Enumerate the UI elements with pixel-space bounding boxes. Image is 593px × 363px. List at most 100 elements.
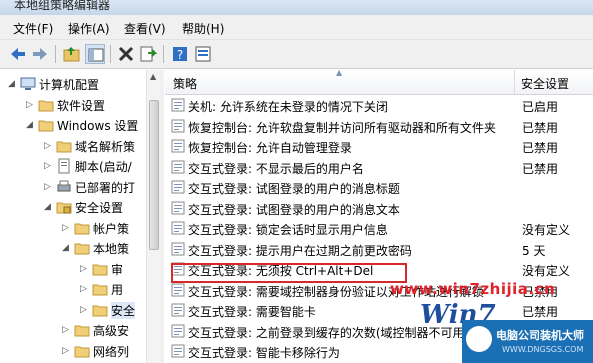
tree-item[interactable]: ◢ 安全设置: [0, 197, 146, 217]
folder-icon: [74, 322, 90, 338]
expanded-arrow-icon[interactable]: ◢: [44, 202, 51, 212]
tree-item[interactable]: ▷ 用: [0, 279, 146, 299]
scroll-up-icon[interactable]: ▲: [150, 72, 156, 81]
menu-bar: 文件(F) 操作(A) 查看(V) 帮助(H): [0, 15, 593, 40]
up-folder-icon[interactable]: [62, 44, 82, 64]
column-divider[interactable]: [514, 70, 515, 94]
badge-subtitle: WWW.DNGSGS.COM: [502, 345, 584, 354]
policy-row[interactable]: 关机: 允许系统在未登录的情况下关闭 已启用: [165, 95, 593, 116]
pane-splitter[interactable]: [160, 70, 164, 363]
properties-icon[interactable]: [193, 44, 213, 64]
tree-item-label: 安全: [111, 301, 136, 319]
expanded-arrow-icon[interactable]: ◢: [8, 79, 15, 89]
folder-icon: [74, 343, 90, 359]
policy-icon: [171, 201, 185, 215]
policy-name: 交互式登录: 试图登录的用户的消息标题: [188, 182, 400, 196]
policy-row[interactable]: 恢复控制台: 允许软盘复制并访问所有驱动器和所有文件夹 已禁用: [165, 116, 593, 137]
collapsed-arrow-icon[interactable]: ▷: [44, 161, 51, 171]
policy-name: 恢复控制台: 允许自动管理登录: [188, 141, 352, 155]
policy-row[interactable]: 交互式登录: 需要智能卡 已禁用: [165, 300, 593, 321]
collapsed-arrow-icon[interactable]: ▷: [80, 264, 87, 274]
policy-setting: 没有定义: [522, 223, 571, 237]
delete-icon[interactable]: [116, 44, 136, 64]
collapsed-arrow-icon[interactable]: ▷: [80, 284, 87, 294]
tree-item-label: 已部署的打: [75, 180, 136, 195]
export-list-icon[interactable]: [138, 44, 158, 64]
tree-item[interactable]: ◢ 本地策: [0, 238, 146, 258]
forward-icon[interactable]: [30, 44, 50, 64]
printer-icon: [56, 179, 72, 195]
tree-item[interactable]: ◢ Windows 设置: [0, 115, 146, 135]
policy-name: 交互式登录: 锁定会话时显示用户信息: [188, 223, 388, 237]
folder-icon: [56, 138, 72, 154]
tree-item-label: 本地策: [93, 242, 130, 256]
policy-row[interactable]: 恢复控制台: 允许自动管理登录 已禁用: [165, 136, 593, 157]
folder-icon: [38, 97, 54, 113]
sort-indicator-icon: ▲: [336, 70, 343, 77]
tree-item[interactable]: ▷ 网络列: [0, 341, 146, 361]
tree-item-label: 帐户策: [93, 221, 130, 236]
tree-item[interactable]: ▷ 高级安: [0, 320, 146, 340]
column-header-policy[interactable]: 策略: [173, 75, 197, 92]
toolbar-separator: [163, 45, 164, 63]
collapsed-arrow-icon[interactable]: ▷: [44, 182, 51, 192]
badge-logo-icon: [466, 326, 492, 352]
tree-item[interactable]: ▷ 脚本(启动/: [0, 156, 146, 176]
tree-item-label: Windows 设置: [57, 119, 139, 133]
policy-row[interactable]: 交互式登录: 试图登录的用户的消息标题: [165, 177, 593, 198]
tree-item[interactable]: ▷ 域名解析策: [0, 136, 146, 156]
annotation-highlight-box: [171, 263, 407, 283]
policy-setting: 已禁用: [522, 305, 559, 319]
policy-icon: [171, 160, 185, 174]
toolbar-separator: [55, 45, 56, 63]
collapsed-arrow-icon[interactable]: ▷: [62, 223, 69, 233]
policy-row[interactable]: 交互式登录: 提示用户在过期之前更改密码 5 天: [165, 239, 593, 260]
tree-item[interactable]: ▷ 安全: [0, 300, 146, 320]
svg-text:?: ?: [177, 48, 183, 62]
help-icon[interactable]: ?: [170, 44, 190, 64]
show-hide-tree-icon[interactable]: [85, 44, 105, 64]
policy-icon: [171, 180, 185, 194]
policy-icon: [171, 344, 185, 358]
policy-row[interactable]: 交互式登录: 锁定会话时显示用户信息 没有定义: [165, 218, 593, 239]
policy-name: 交互式登录: 不显示最后的用户名: [188, 161, 364, 176]
menu-view[interactable]: 查看(V): [124, 20, 166, 37]
list-header: ▲ 策略 安全设置: [165, 70, 593, 95]
window-title: 本地组策略编辑器: [14, 0, 111, 12]
policy-setting: 已启用: [522, 100, 559, 114]
policy-row[interactable]: 交互式登录: 试图登录的用户的消息文本: [165, 198, 593, 219]
collapsed-arrow-icon[interactable]: ▷: [80, 305, 87, 315]
tree-item-label: 审: [111, 262, 124, 277]
tree-item[interactable]: ▷ 审: [0, 259, 146, 279]
tree-item[interactable]: ▷ 软件设置: [0, 95, 146, 115]
back-icon[interactable]: [8, 44, 28, 64]
collapsed-arrow-icon[interactable]: ▷: [26, 100, 33, 110]
policy-icon: [171, 98, 185, 112]
policy-icon: [171, 324, 185, 338]
column-header-security-setting[interactable]: 安全设置: [521, 75, 569, 92]
tree-item[interactable]: ▷ 帐户策: [0, 218, 146, 238]
expanded-arrow-icon[interactable]: ◢: [62, 243, 69, 253]
collapsed-arrow-icon[interactable]: ▷: [44, 141, 51, 151]
toolbar: ?: [0, 40, 593, 69]
tree-scrollbar[interactable]: ▲: [146, 70, 161, 363]
tree-item-label: 脚本(启动/: [75, 160, 132, 174]
policy-row[interactable]: 交互式登录: 不显示最后的用户名 已禁用: [165, 157, 593, 178]
collapsed-arrow-icon[interactable]: ▷: [62, 325, 69, 335]
policy-icon: [171, 221, 185, 235]
scroll-thumb[interactable]: [149, 100, 159, 250]
policy-name: 交互式登录: 智能卡移除行为: [188, 346, 340, 360]
menu-file[interactable]: 文件(F): [13, 20, 53, 37]
tree-item[interactable]: ◢ 计算机配置: [0, 74, 146, 94]
policy-name: 交互式登录: 提示用户在过期之前更改密码: [188, 243, 412, 258]
expanded-arrow-icon[interactable]: ◢: [26, 120, 33, 130]
tree-item-label: 高级安: [93, 324, 130, 338]
policy-setting: 已禁用: [522, 141, 559, 155]
tree-item[interactable]: ▷ 已部署的打: [0, 177, 146, 197]
policy-icon: [171, 242, 185, 256]
menu-help[interactable]: 帮助(H): [182, 20, 224, 37]
policy-icon: [171, 139, 185, 153]
tree-item-label: 网络列: [93, 344, 130, 359]
collapsed-arrow-icon[interactable]: ▷: [62, 346, 69, 356]
menu-action[interactable]: 操作(A): [68, 20, 110, 37]
